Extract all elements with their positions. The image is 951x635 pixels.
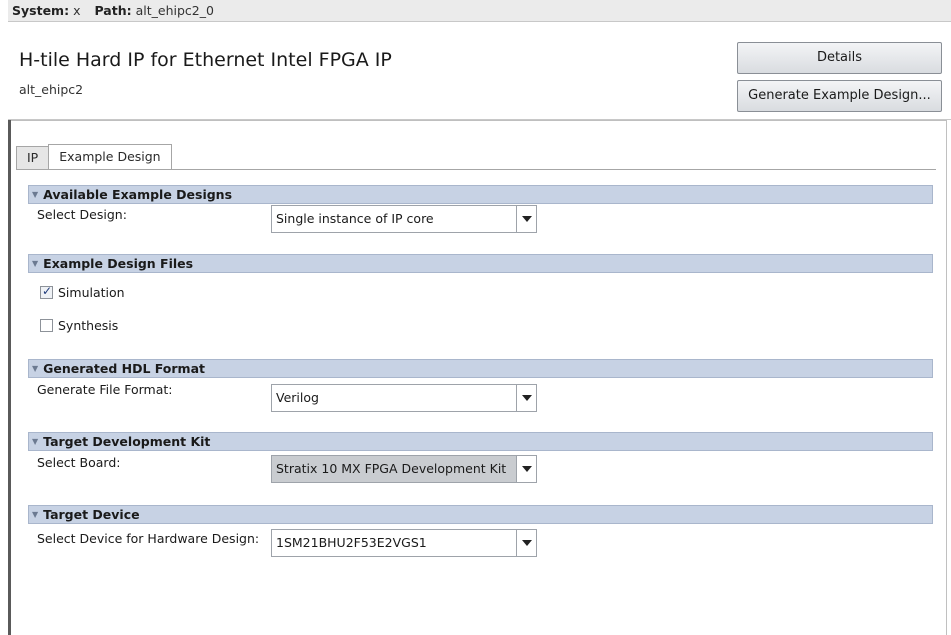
select-design-label: Select Design: bbox=[37, 207, 127, 222]
ip-instance-name: alt_ehipc2 bbox=[19, 82, 84, 97]
chevron-down-icon[interactable] bbox=[516, 206, 536, 232]
section-generated-hdl-format[interactable]: ▼ Generated HDL Format bbox=[28, 359, 933, 378]
collapse-triangle-icon: ▼ bbox=[32, 259, 39, 268]
section-title: Example Design Files bbox=[43, 256, 194, 271]
section-available-example-designs[interactable]: ▼ Available Example Designs bbox=[28, 185, 933, 204]
section-title: Target Development Kit bbox=[43, 434, 211, 449]
ip-header: H-tile Hard IP for Ethernet Intel FPGA I… bbox=[8, 22, 951, 120]
path-value: alt_ehipc2_0 bbox=[135, 3, 214, 18]
section-title: Target Device bbox=[43, 507, 140, 522]
tab-divider bbox=[16, 169, 936, 170]
collapse-triangle-icon: ▼ bbox=[32, 190, 39, 199]
file-format-dropdown[interactable]: Verilog bbox=[271, 384, 537, 412]
select-design-dropdown[interactable]: Single instance of IP core bbox=[271, 205, 537, 233]
select-device-label: Select Device for Hardware Design: bbox=[37, 531, 260, 546]
select-device-dropdown[interactable]: 1SM21BHU2F53E2VGS1 bbox=[271, 529, 537, 557]
generate-file-format-label: Generate File Format: bbox=[37, 382, 173, 397]
checkbox-checked-icon[interactable]: ✓ bbox=[40, 284, 53, 299]
collapse-triangle-icon: ▼ bbox=[32, 510, 39, 519]
section-title: Available Example Designs bbox=[43, 187, 233, 202]
path-key: Path: bbox=[94, 3, 132, 18]
select-design-value: Single instance of IP core bbox=[276, 211, 434, 226]
synthesis-label: Synthesis bbox=[58, 318, 119, 333]
simulation-label: Simulation bbox=[58, 285, 125, 300]
select-board-dropdown[interactable]: Stratix 10 MX FPGA Development Kit bbox=[271, 455, 537, 483]
select-device-value: 1SM21BHU2F53E2VGS1 bbox=[276, 535, 427, 550]
select-board-value: Stratix 10 MX FPGA Development Kit bbox=[272, 456, 516, 482]
synthesis-checkbox[interactable]: Synthesis bbox=[40, 318, 118, 333]
details-button[interactable]: Details bbox=[737, 42, 942, 74]
chevron-down-icon[interactable] bbox=[516, 385, 536, 411]
tab-example-design[interactable]: Example Design bbox=[48, 144, 172, 170]
system-path-bar: System: x Path: alt_ehipc2_0 bbox=[8, 0, 951, 22]
select-board-label: Select Board: bbox=[37, 455, 121, 470]
system-value: x bbox=[73, 3, 81, 18]
section-target-device[interactable]: ▼ Target Device bbox=[28, 505, 933, 524]
section-target-development-kit[interactable]: ▼ Target Development Kit bbox=[28, 432, 933, 451]
right-border bbox=[946, 120, 947, 635]
section-title: Generated HDL Format bbox=[43, 361, 205, 376]
chevron-down-icon[interactable] bbox=[516, 456, 536, 482]
collapse-triangle-icon: ▼ bbox=[32, 364, 39, 373]
file-format-value: Verilog bbox=[276, 390, 319, 405]
checkbox-unchecked-icon[interactable] bbox=[40, 319, 53, 332]
generate-example-design-button[interactable]: Generate Example Design... bbox=[737, 80, 942, 112]
system-key: System: bbox=[12, 3, 70, 18]
collapse-triangle-icon: ▼ bbox=[32, 437, 39, 446]
chevron-down-icon[interactable] bbox=[516, 530, 536, 556]
tab-ip[interactable]: IP bbox=[16, 146, 50, 170]
section-example-design-files[interactable]: ▼ Example Design Files bbox=[28, 254, 933, 273]
simulation-checkbox[interactable]: ✓ Simulation bbox=[40, 284, 125, 300]
page-title: H-tile Hard IP for Ethernet Intel FPGA I… bbox=[19, 49, 392, 71]
tab-bar: IP Example Design bbox=[16, 144, 172, 170]
